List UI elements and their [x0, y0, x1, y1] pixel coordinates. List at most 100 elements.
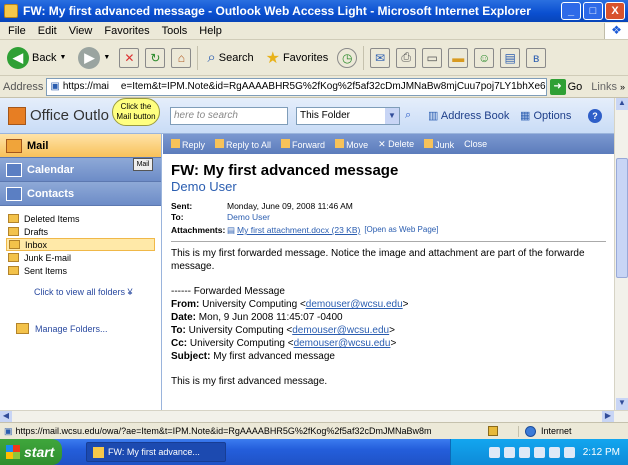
message-toolbar: Reply Reply to All Forward Move ✕ Delete…: [163, 134, 614, 154]
reply-all-button[interactable]: Reply to All: [215, 138, 271, 150]
forward-button[interactable]: ▶ ▼: [75, 44, 113, 72]
reply-all-icon: [215, 138, 225, 148]
junk-button[interactable]: Junk: [424, 138, 454, 150]
refresh-icon[interactable]: ↻: [145, 47, 166, 68]
manage-folders-icon: [16, 323, 29, 334]
security-zone: Internet: [518, 425, 628, 437]
forward-icon: [281, 138, 291, 148]
close-button[interactable]: X: [605, 2, 625, 20]
junk-email-icon: [8, 253, 19, 262]
windows-logo-icon: ❖: [604, 22, 628, 39]
forward-message-button[interactable]: Forward: [281, 138, 325, 150]
tray-icon[interactable]: [563, 446, 575, 458]
print-icon[interactable]: ⎙: [396, 47, 417, 68]
date-label: Date:: [171, 312, 197, 323]
maximize-button[interactable]: □: [583, 2, 603, 20]
address-book-button[interactable]: ▥ Address Book: [428, 109, 509, 122]
close-message-button[interactable]: Close: [464, 139, 487, 149]
folder-label: Inbox: [25, 239, 48, 250]
nav-calendar-button[interactable]: Calendar Mail: [0, 158, 161, 182]
address-url-right: e=Item&t=IPM.Note&id=RgAAAABHR5G%2fKog%2…: [120, 81, 546, 92]
body-line: This is my first advanced message.: [171, 376, 328, 387]
message-sender[interactable]: Demo User: [171, 179, 606, 194]
folder-label: Sent Items: [24, 265, 68, 276]
body-line: This is my first forwarded message. Noti…: [171, 248, 585, 259]
scroll-down-icon[interactable]: ▼: [616, 398, 628, 410]
folder-inbox[interactable]: Inbox: [6, 238, 155, 251]
globe-icon: [525, 425, 536, 437]
menu-tools[interactable]: Tools: [156, 25, 194, 37]
horizontal-scrollbar[interactable]: ◀ ▶: [0, 410, 628, 423]
bluetooth-icon[interactable]: ʙ: [526, 47, 547, 68]
drafts-icon: [8, 227, 19, 236]
menu-favorites[interactable]: Favorites: [98, 25, 155, 37]
folder-icon[interactable]: ▬: [448, 47, 469, 68]
menu-view[interactable]: View: [63, 25, 99, 37]
tray-icon[interactable]: [548, 446, 560, 458]
mail-icon[interactable]: ✉: [370, 47, 391, 68]
attachment-link[interactable]: My first attachment.docx (23 KB): [237, 225, 360, 236]
search-go-icon[interactable]: ⌕: [405, 109, 411, 122]
tray-icon[interactable]: [503, 446, 515, 458]
to2-name: University Computing <: [188, 325, 293, 336]
reply-button[interactable]: Reply: [171, 138, 205, 150]
scroll-thumb[interactable]: [616, 158, 628, 278]
cc-email-link[interactable]: demouser@wcsu.edu: [294, 338, 391, 349]
minimize-button[interactable]: _: [561, 2, 581, 20]
search-label: Search: [218, 51, 254, 64]
nav-mail-button[interactable]: Mail: [0, 134, 161, 158]
links-button[interactable]: Links: [591, 81, 617, 93]
folder-deleted-items[interactable]: Deleted Items: [6, 212, 155, 225]
messenger-icon[interactable]: ☺: [474, 47, 495, 68]
tray-icon[interactable]: [488, 446, 500, 458]
options-button[interactable]: ▦ Options: [520, 109, 571, 122]
view-all-folders-link[interactable]: Click to view all folders ¥: [6, 277, 155, 297]
tray-icon[interactable]: [518, 446, 530, 458]
back-button[interactable]: ◀ Back ▼: [4, 44, 69, 72]
folder-drafts[interactable]: Drafts: [6, 225, 155, 238]
help-icon[interactable]: ?: [588, 109, 602, 123]
nav-calendar-label: Calendar: [27, 163, 75, 176]
vertical-scrollbar[interactable]: ▲ ▼: [614, 98, 628, 410]
message-subject: FW: My first advanced message: [171, 162, 399, 179]
to-recipient-link[interactable]: Demo User: [227, 212, 270, 223]
from-email-link[interactable]: demouser@wcsu.edu: [306, 299, 403, 310]
from-line: From: University Computing <demouser@wcs…: [171, 298, 606, 311]
clock[interactable]: 2:12 PM: [583, 447, 620, 458]
taskbar-ie-window[interactable]: FW: My first advance...: [86, 442, 226, 462]
mail-icon: [6, 138, 22, 153]
menu-edit[interactable]: Edit: [32, 25, 63, 37]
manage-folders-link[interactable]: Manage Folders...: [6, 297, 155, 334]
edit-icon[interactable]: ▭: [422, 47, 443, 68]
menu-help[interactable]: Help: [193, 25, 228, 37]
nav-contacts-button[interactable]: Contacts: [0, 182, 161, 206]
sent-row: Sent: Monday, June 09, 2008 11:46 AM: [171, 201, 606, 212]
stop-icon[interactable]: ✕: [119, 47, 140, 68]
open-as-web-page-link[interactable]: [Open as Web Page]: [364, 225, 438, 236]
move-button[interactable]: Move: [335, 138, 368, 150]
to2-label: To:: [171, 325, 186, 336]
junk-icon: [424, 138, 434, 148]
scroll-up-icon[interactable]: ▲: [616, 98, 628, 110]
back-label: Back: [32, 51, 57, 64]
owa-search-input[interactable]: here to search: [170, 107, 288, 125]
address-input[interactable]: ▣ https://mai e=Item&t=IPM.Note&id=RgAAA…: [46, 77, 547, 96]
menu-file[interactable]: File: [2, 25, 32, 37]
go-button[interactable]: ➜ Go: [549, 78, 582, 95]
home-icon[interactable]: ⌂: [171, 47, 192, 68]
folder-sent-items[interactable]: Sent Items: [6, 264, 155, 277]
search-button[interactable]: ⌕ Search: [204, 44, 256, 72]
favorites-button[interactable]: ★ Favorites: [263, 44, 332, 72]
search-scope-select[interactable]: This Folder ▼: [296, 107, 400, 125]
to2-email-link[interactable]: demouser@wcsu.edu: [292, 325, 389, 336]
history-icon[interactable]: ◷: [337, 47, 358, 68]
start-button[interactable]: start: [0, 439, 62, 465]
tray-icon[interactable]: [533, 446, 545, 458]
delete-button[interactable]: ✕ Delete: [378, 139, 414, 150]
folder-label: Deleted Items: [24, 213, 80, 224]
attachments-label: Attachments:: [171, 225, 226, 235]
folder-junk-email[interactable]: Junk E-mail: [6, 251, 155, 264]
reply-icon: [171, 138, 180, 148]
windows-taskbar: start FW: My first advance... 2:12 PM: [0, 439, 628, 465]
research-icon[interactable]: ▤: [500, 47, 521, 68]
